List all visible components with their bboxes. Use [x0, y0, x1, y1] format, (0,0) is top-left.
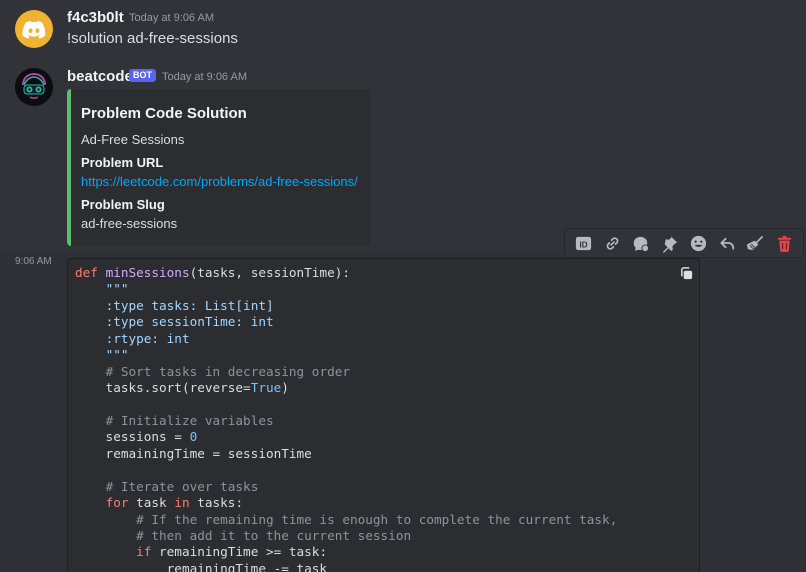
message-side-timestamp: 9:06 AM — [15, 256, 52, 267]
code-line: :type tasks: List[int] — [75, 298, 617, 314]
embed-description: Ad-Free Sessions — [81, 132, 185, 147]
code-line: # If the remaining time is enough to com… — [75, 512, 617, 528]
code-content: def minSessions(tasks, sessionTime): """… — [75, 265, 617, 572]
code-line: """ — [75, 281, 617, 297]
code-line: # then add it to the current session — [75, 528, 617, 544]
code-token: :type tasks: List[int] — [105, 297, 274, 313]
code-token: for — [105, 495, 129, 511]
code-token: (tasks, sessionTime): — [189, 265, 351, 280]
copy-code-button[interactable] — [676, 263, 696, 283]
message-action-toolbar: ID — [564, 228, 804, 258]
solution-embed: Problem Code Solution Ad-Free Sessions P… — [67, 89, 370, 246]
trash-icon — [777, 235, 792, 252]
code-token: remainingTime >= task: — [151, 544, 328, 560]
svg-text:ID: ID — [579, 240, 587, 249]
reply-icon — [720, 237, 734, 250]
code-block: def minSessions(tasks, sessionTime): """… — [67, 258, 700, 572]
message-username[interactable]: f4c3b0lt — [67, 9, 124, 26]
message-content: !solution ad-free-sessions — [67, 30, 238, 47]
code-line: for task in tasks: — [75, 495, 617, 511]
code-token: if — [136, 544, 152, 560]
code-line: # Initialize variables — [75, 413, 617, 429]
code-line: remainingTime -= task — [75, 561, 617, 572]
bot-avatar[interactable] — [15, 68, 53, 106]
code-token: # If the remaining time is enough to com… — [136, 511, 618, 527]
code-line: :type sessionTime: int — [75, 314, 617, 330]
code-token: :type sessionTime: int — [105, 314, 274, 330]
bot-username[interactable]: beatcode — [67, 68, 133, 85]
code-token: task — [128, 495, 175, 511]
delete-message-button[interactable] — [773, 231, 797, 255]
id-icon: ID — [575, 236, 591, 250]
embed-title: Problem Code Solution — [81, 105, 247, 122]
code-token: """ — [105, 347, 129, 363]
code-line: tasks.sort(reverse=True) — [75, 380, 617, 396]
embed-field-value-slug: ad-free-sessions — [81, 216, 178, 231]
code-token: ) — [281, 380, 289, 396]
code-token: sessions = — [75, 429, 190, 445]
code-token: remainingTime = sessionTime — [75, 445, 312, 461]
reply-button[interactable] — [715, 231, 739, 255]
emoji-icon — [690, 235, 706, 251]
copy-link-button[interactable] — [600, 231, 624, 255]
copy-icon — [680, 266, 692, 279]
pin-icon — [662, 235, 678, 253]
code-token: """ — [105, 281, 129, 297]
create-thread-button[interactable] — [629, 231, 653, 255]
code-token: # Initialize variables — [105, 412, 274, 428]
code-line: """ — [75, 347, 617, 363]
code-line: # Sort tasks in decreasing order — [75, 364, 617, 380]
embed-field-value-url: https://leetcode.com/problems/ad-free-se… — [81, 174, 358, 189]
code-line: sessions = 0 — [75, 429, 617, 445]
add-reaction-button[interactable] — [686, 231, 710, 255]
code-token: tasks: — [189, 495, 244, 511]
code-token: remainingTime -= task — [75, 560, 328, 572]
code-token: # Sort tasks in decreasing order — [105, 363, 350, 379]
code-token: def — [75, 265, 106, 280]
bot-badge: BOT — [129, 69, 156, 82]
link-icon — [606, 236, 618, 250]
thread-icon — [634, 236, 650, 252]
discord-logo-icon — [22, 20, 46, 39]
code-token: :rtype: int — [105, 330, 190, 346]
problem-url-link[interactable]: https://leetcode.com/problems/ad-free-se… — [81, 174, 358, 189]
code-token: 0 — [189, 429, 198, 445]
bot-avatar-icon — [15, 68, 53, 106]
message-timestamp: Today at 9:06 AM — [129, 12, 214, 24]
code-line: def minSessions(tasks, sessionTime): — [75, 265, 617, 281]
broom-icon — [747, 235, 764, 250]
chat-window: f4c3b0lt Today at 9:06 AM !solution ad-f… — [0, 0, 806, 572]
pin-message-button[interactable] — [658, 231, 682, 255]
user-avatar[interactable] — [15, 10, 53, 48]
code-token: in — [174, 495, 190, 511]
message-timestamp: Today at 9:06 AM — [162, 71, 247, 83]
clean-button[interactable] — [744, 231, 768, 255]
code-line: remainingTime = sessionTime — [75, 446, 617, 462]
code-line: :rtype: int — [75, 331, 617, 347]
code-line: # Iterate over tasks — [75, 479, 617, 495]
embed-field-name-url: Problem URL — [81, 155, 164, 170]
embed-field-name-slug: Problem Slug — [81, 197, 165, 212]
code-line: if remainingTime >= task: — [75, 544, 617, 560]
code-token: True — [250, 380, 282, 396]
code-token: # then add it to the current session — [136, 528, 412, 543]
code-token: minSessions — [105, 265, 190, 280]
copy-id-button[interactable]: ID — [571, 231, 595, 255]
code-token: tasks.sort(reverse= — [75, 380, 251, 396]
code-token: # Iterate over tasks — [105, 478, 259, 494]
